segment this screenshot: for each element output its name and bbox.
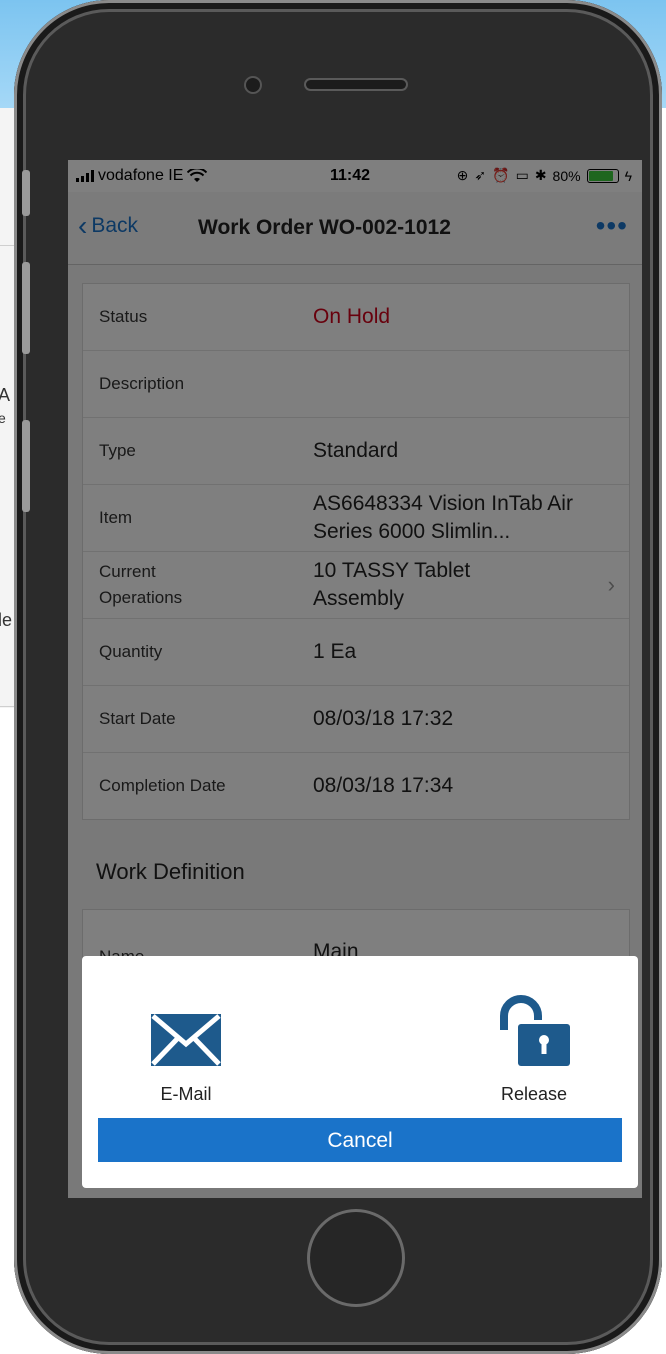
- unlock-icon: [500, 995, 570, 1066]
- volume-down-button: [22, 420, 30, 512]
- email-action-label: E-Mail: [160, 1084, 212, 1104]
- volume-up-button: [22, 262, 30, 354]
- mute-switch: [22, 170, 30, 216]
- background-text-fragment: A: [0, 385, 11, 405]
- front-camera: [246, 78, 260, 92]
- phone-frame: vodafone IE 11:42 ⊕ ➶ ⏰ ▭ ✱ 80% ϟ: [14, 0, 662, 1354]
- earpiece-speaker: [306, 80, 406, 89]
- home-button[interactable]: [310, 1212, 402, 1304]
- email-action-button[interactable]: E-Mail: [106, 992, 266, 1105]
- cancel-button[interactable]: Cancel: [98, 1118, 622, 1162]
- release-action-button[interactable]: Release: [454, 992, 614, 1105]
- background-text-fragment: le: [0, 610, 13, 630]
- release-action-label: Release: [500, 1084, 568, 1104]
- action-sheet: E-Mail Release Cancel: [82, 956, 638, 1188]
- envelope-icon: [151, 1014, 221, 1066]
- background-text-fragment: e: [0, 410, 6, 426]
- phone-screen: vodafone IE 11:42 ⊕ ➶ ⏰ ▭ ✱ 80% ϟ: [68, 160, 642, 1198]
